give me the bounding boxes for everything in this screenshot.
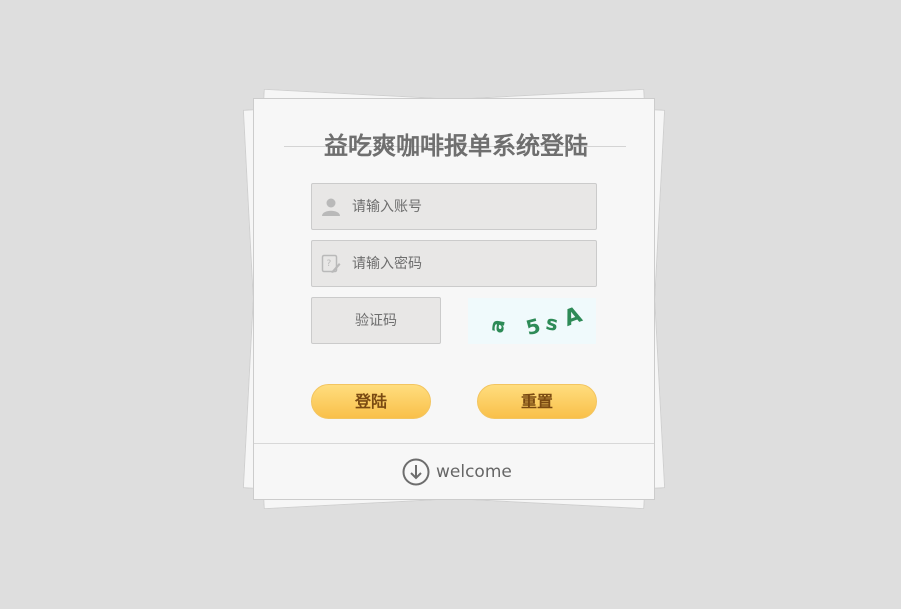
svg-text:s: s <box>544 310 560 336</box>
title-row: 益吃爽咖啡报单系统登陆 <box>284 129 626 163</box>
captcha-field[interactable] <box>311 297 441 344</box>
user-icon <box>322 198 340 216</box>
username-field[interactable] <box>311 183 597 230</box>
captcha-image[interactable]: a 5 s A <box>468 298 596 344</box>
svg-text:a: a <box>484 317 510 334</box>
svg-text:A: A <box>561 303 586 332</box>
reset-button[interactable]: 重置 <box>477 384 597 419</box>
username-input[interactable] <box>352 184 592 229</box>
svg-text:5: 5 <box>523 313 543 340</box>
arrow-down-circle-icon <box>402 458 430 486</box>
page-title: 益吃爽咖啡报单系统登陆 <box>324 132 588 160</box>
captcha-code-graphic: a 5 s A <box>484 303 586 341</box>
login-page: 益吃爽咖啡报单系统登陆 ? a 5 s A <box>0 0 901 609</box>
password-input[interactable] <box>352 241 592 286</box>
login-button[interactable]: 登陆 <box>311 384 431 419</box>
svg-text:?: ? <box>327 259 332 269</box>
login-card: 益吃爽咖啡报单系统登陆 ? a 5 s A <box>253 98 655 500</box>
card-footer: welcome <box>254 443 654 499</box>
captcha-input[interactable] <box>312 298 440 343</box>
password-field[interactable]: ? <box>311 240 597 287</box>
password-edit-icon: ? <box>321 254 341 273</box>
welcome-label: welcome <box>436 462 512 482</box>
